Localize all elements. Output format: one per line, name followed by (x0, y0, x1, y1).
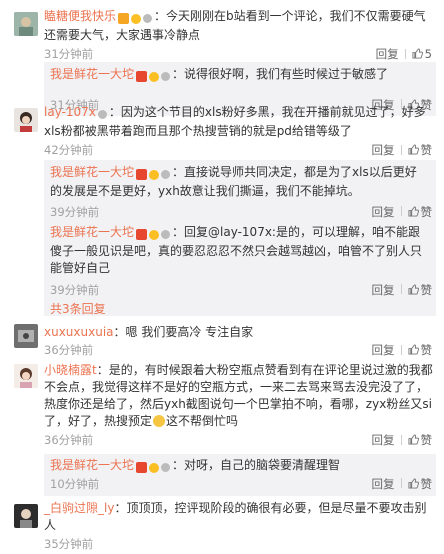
level-badge-icon (136, 71, 148, 82)
emoji-icon (153, 415, 166, 427)
thumbs-up-icon (407, 206, 419, 217)
vip-badge-icon (131, 13, 142, 24)
comment-time: 42分钟前 (44, 143, 94, 157)
comment-body: 小晓楠露t：是的，有时候跟着大粉空瓶点赞看到有在评论里说过激的我都不会点，我觉得… (44, 362, 434, 430)
comment-username[interactable]: _白驹过隙_ly (44, 501, 114, 515)
comment-username[interactable]: 瞌糖便我快乐 (44, 9, 116, 23)
reply-time: 10分钟前 (50, 477, 100, 491)
avatar[interactable] (14, 504, 38, 528)
reply-button[interactable]: 回复 (372, 283, 395, 297)
fan-badge-icon (143, 14, 153, 23)
reply-time: 39分钟前 (50, 283, 100, 297)
comment-time: 36分钟前 (44, 433, 94, 447)
fan-badge-icon (97, 110, 107, 119)
avatar[interactable] (14, 324, 38, 348)
reply-body: 我是鲜花一大坨 ：回复@lay-107x:是的，可以理解，咱不能跟傻子一般见识是吧… (50, 224, 428, 277)
fan-badge-icon (161, 170, 171, 179)
reply-actions: 回复 赞 (372, 282, 433, 298)
user-badges (118, 10, 154, 27)
reply-body: 我是鲜花一大坨 ：说得很好啊，我们有些时候过于敏感了 (50, 66, 428, 85)
reply-box: 我是鲜花一大坨 ：说得很好啊，我们有些时候过于敏感了 (44, 62, 436, 96)
comment-text-tail: 这不帮倒忙吗 (166, 414, 239, 428)
user-badges (136, 166, 172, 183)
thumbs-up-icon (407, 344, 419, 355)
comment-body: _白驹过隙_ly：顶顶顶，控评现阶段的确很有必要，但是尽量不要攻击别人 (44, 500, 434, 534)
like-label: 赞 (420, 343, 433, 357)
thumbs-up-icon (407, 478, 419, 489)
like-button[interactable]: 赞 (407, 205, 433, 219)
reply-body: 我是鲜花一大坨 ：对呀，自己的脑袋要清醒理智 (50, 457, 428, 476)
comment-text: ：是的，有时候跟着大粉空瓶点赞看到有在评论里说过激的我都不会点，我觉得这样不是好… (44, 363, 433, 428)
comment-actions: 回复 赞 (372, 142, 433, 158)
avatar[interactable] (14, 364, 38, 388)
reply-text: ：对呀，自己的脑袋要清醒理智 (172, 458, 341, 472)
vip-badge-icon (149, 71, 160, 82)
vip-badge-icon (149, 169, 160, 180)
reply-username[interactable]: 我是鲜花一大坨 (50, 225, 134, 239)
like-button[interactable]: 赞 (407, 433, 433, 447)
avatar[interactable] (14, 108, 38, 132)
user-badges (136, 459, 172, 476)
like-button[interactable]: 赞 (407, 477, 433, 491)
like-label: 赞 (420, 283, 433, 297)
comment-username[interactable]: 小晓楠露t (44, 363, 97, 377)
like-label: 赞 (420, 433, 433, 447)
comment-username[interactable]: lay-107x (44, 105, 96, 119)
thumbs-up-icon (407, 434, 419, 445)
reply-text: ：说得很好啊，我们有些时候过于敏感了 (172, 67, 389, 81)
reply-actions: 回复 赞 (372, 204, 433, 220)
comment-body: 瞌糖便我快乐 ：今天刚刚在b站看到一个评论，我们不仅需要硬气还需要大气，大家遇事冷… (44, 8, 434, 44)
like-button[interactable]: 赞 (407, 283, 433, 297)
level-badge-icon (136, 229, 148, 240)
user-badges (97, 106, 109, 123)
reply-username[interactable]: 我是鲜花一大坨 (50, 458, 134, 472)
comment-body: lay-107x ：因为这个节目的xls粉好多黑，我在开播前就见过了，好多xls粉… (44, 104, 434, 140)
fan-badge-icon (161, 463, 171, 472)
fan-badge-icon (161, 72, 171, 81)
like-button[interactable]: 赞 (407, 343, 433, 357)
more-replies-link[interactable]: 共3条回复 (50, 300, 106, 317)
reply-button[interactable]: 回复 (372, 343, 395, 357)
reply-actions: 回复 赞 (372, 476, 433, 492)
reply-time: 39分钟前 (50, 205, 100, 219)
like-label: 赞 (420, 205, 433, 219)
level-badge-icon (136, 462, 148, 473)
level-badge-icon (136, 169, 148, 180)
comment-body: xuxuxuxuia：嗯 我们要高冷 专注自家 (44, 324, 434, 341)
reply-button[interactable]: 回复 (376, 47, 399, 61)
thumbs-up-icon (407, 284, 419, 295)
reply-button[interactable]: 回复 (372, 477, 395, 491)
comment-time: 31分钟前 (44, 47, 94, 61)
user-badges (136, 68, 172, 85)
reply-username[interactable]: 我是鲜花一大坨 (50, 67, 134, 81)
fan-badge-icon (161, 230, 171, 239)
reply-button[interactable]: 回复 (372, 205, 395, 219)
reply-body: 我是鲜花一大坨 ：直接说导师共同决定，都是为了xls以后更好的发展是不是更好，yx… (50, 164, 428, 200)
reply-button[interactable]: 回复 (372, 143, 395, 157)
thumbs-up-icon (412, 48, 423, 59)
like-button[interactable]: 5 (412, 47, 432, 61)
comment-actions: 回复 赞 (372, 432, 433, 448)
reply-box: 我是鲜花一大坨 ：对呀，自己的脑袋要清醒理智 10分钟前 回复 赞 (44, 454, 436, 496)
like-count: 5 (424, 47, 432, 61)
comment-time: 36分钟前 (44, 343, 94, 357)
like-button[interactable]: 赞 (407, 143, 433, 157)
user-badges (136, 226, 172, 243)
comment-text: ：嗯 我们要高冷 专注自家 (113, 325, 254, 339)
vip-badge-icon (149, 229, 160, 240)
comment-actions: 回复 赞 (372, 342, 433, 358)
comment-time: 35分钟前 (44, 537, 94, 551)
level-badge-icon (118, 13, 130, 24)
like-label: 赞 (420, 477, 433, 491)
thumbs-up-icon (407, 144, 419, 155)
vip-badge-icon (149, 462, 160, 473)
comment-list: 瞌糖便我快乐 ：今天刚刚在b站看到一个评论，我们不仅需要硬气还需要大气，大家遇事冷… (0, 0, 444, 554)
reply-button[interactable]: 回复 (372, 433, 395, 447)
reply-username[interactable]: 我是鲜花一大坨 (50, 165, 134, 179)
avatar[interactable] (14, 12, 38, 36)
comment-username[interactable]: xuxuxuxuia (44, 325, 114, 339)
like-label: 赞 (420, 143, 433, 157)
comment-actions: 回复 5 (376, 46, 432, 62)
replies-container: 我是鲜花一大坨 ：直接说导师共同决定，都是为了xls以后更好的发展是不是更好，yx… (44, 160, 436, 316)
